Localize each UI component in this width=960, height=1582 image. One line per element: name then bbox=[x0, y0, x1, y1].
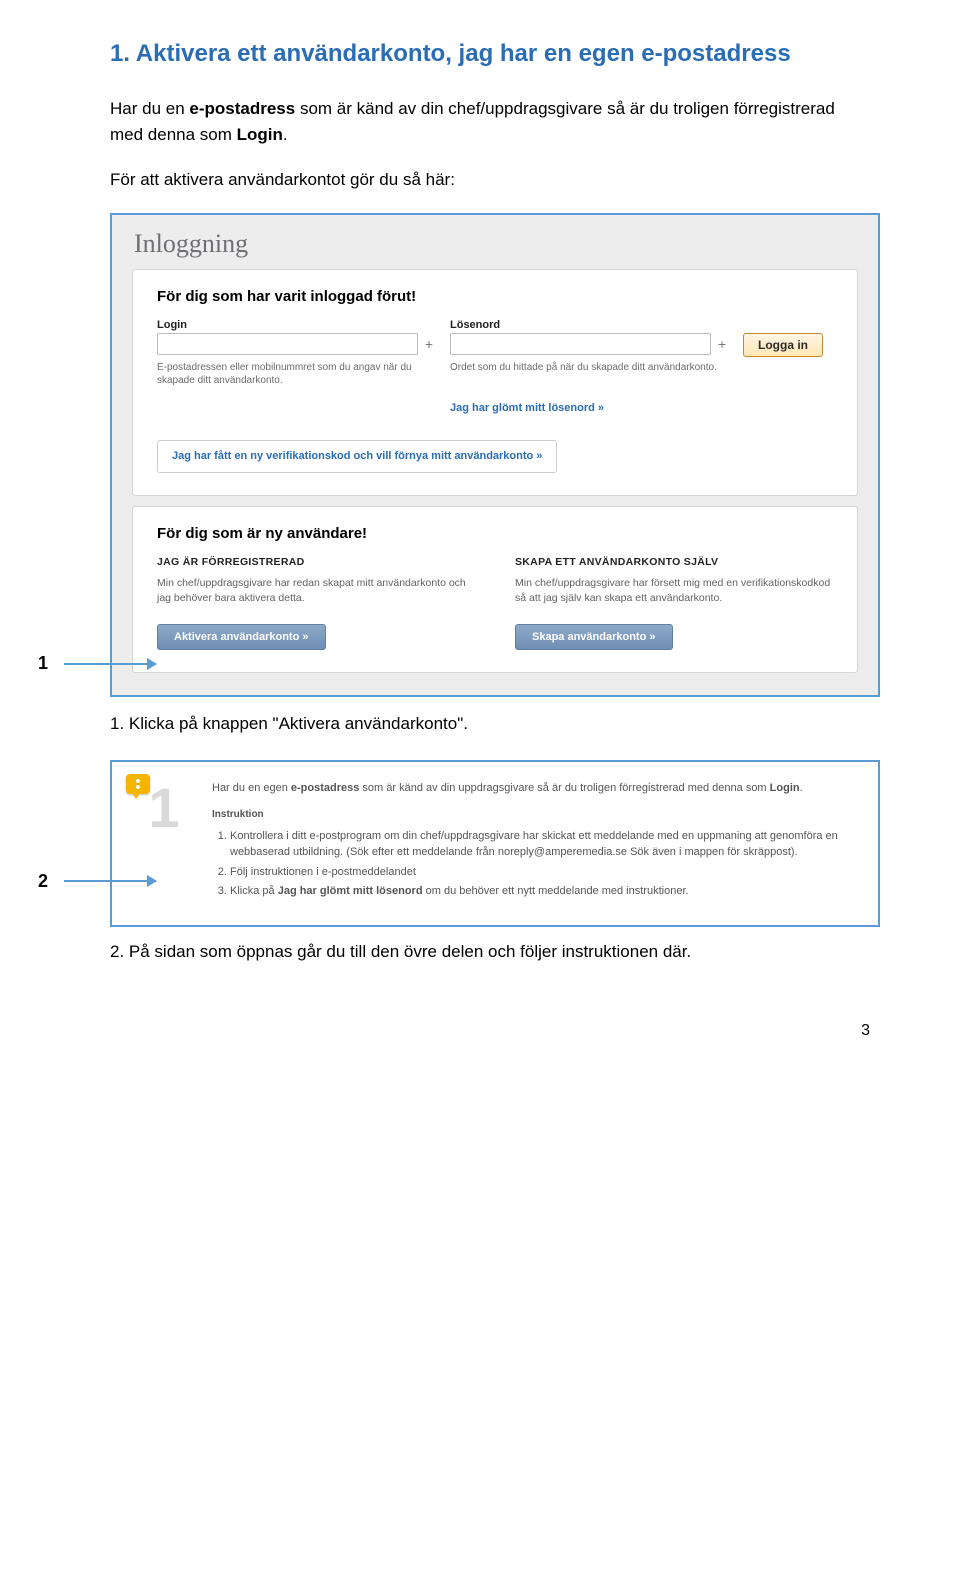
intro-1d: Login bbox=[237, 125, 283, 144]
instruktion-lead: Har du en egen e-postadress som är känd … bbox=[212, 780, 854, 797]
arrow-icon bbox=[64, 880, 156, 882]
verify-code-link[interactable]: Jag har fått en ny verifikationskod och … bbox=[157, 440, 557, 473]
panel-existing-title: För dig som har varit inloggad förut! bbox=[157, 288, 833, 305]
lead-b: e-postadress bbox=[291, 782, 359, 794]
login-help: E-postadressen eller mobilnummret som du… bbox=[157, 361, 436, 388]
forgot-password-link[interactable]: Jag har glömt mitt lösenord » bbox=[450, 402, 729, 414]
screenshot-instruktion: 1 Har du en egen e-postadress som är kän… bbox=[110, 760, 880, 927]
step-2-text: 2. På sidan som öppnas går du till den ö… bbox=[110, 942, 870, 962]
login-input[interactable] bbox=[157, 333, 418, 355]
password-help: Ordet som du hittade på när du skapade d… bbox=[450, 361, 729, 375]
intro-1e: . bbox=[283, 125, 288, 144]
intro-paragraph-1: Har du en e-postadress som är känd av di… bbox=[110, 96, 870, 147]
callout-1: 1 bbox=[38, 653, 880, 674]
lead-e: . bbox=[800, 782, 803, 794]
callout-2-number: 2 bbox=[38, 871, 58, 892]
plus-icon: + bbox=[422, 336, 436, 352]
preregistered-heading: JAG ÄR FÖRREGISTRERAD bbox=[157, 556, 475, 568]
intro-paragraph-2: För att aktivera användarkontot gör du s… bbox=[110, 167, 870, 193]
preregistered-text: Min chef/uppdragsgivare har redan skapat… bbox=[157, 576, 475, 606]
step-1-text: 1. Klicka på knappen "Aktivera användark… bbox=[110, 714, 870, 734]
create-account-heading: SKAPA ETT ANVÄNDARKONTO SJÄLV bbox=[515, 556, 833, 568]
callout-1-number: 1 bbox=[38, 653, 58, 674]
instruktion-item-3: Klicka på Jag har glömt mitt lösenord om… bbox=[230, 883, 854, 900]
intro-1a: Har du en bbox=[110, 99, 189, 118]
instruktion-item-2: Följ instruktionen i e-postmeddelandet bbox=[230, 864, 854, 881]
lead-a: Har du en egen bbox=[212, 782, 291, 794]
inloggning-heading: Inloggning bbox=[132, 229, 858, 259]
panel-new-user: För dig som är ny användare! JAG ÄR FÖRR… bbox=[132, 506, 858, 673]
password-input[interactable] bbox=[450, 333, 711, 355]
lead-d: Login bbox=[770, 782, 800, 794]
instruktion-list: Kontrollera i ditt e-postprogram om din … bbox=[230, 828, 854, 900]
activate-account-button[interactable]: Aktivera användarkonto » bbox=[157, 624, 326, 650]
speech-bubble-icon bbox=[126, 774, 150, 794]
intro-1b: e-postadress bbox=[189, 99, 295, 118]
page-title: 1. Aktivera ett användarkonto, jag har e… bbox=[110, 40, 870, 68]
panel-new-title: För dig som är ny användare! bbox=[157, 525, 833, 542]
page-number: 3 bbox=[110, 1022, 870, 1040]
lead-c: som är känd av din uppdragsgivare så är … bbox=[359, 782, 769, 794]
forgot-password-reference: Jag har glömt mitt lösenord bbox=[278, 885, 423, 897]
plus-icon: + bbox=[715, 336, 729, 352]
screenshot-inloggning: Inloggning För dig som har varit inlogga… bbox=[110, 213, 880, 698]
login-button[interactable]: Logga in bbox=[743, 333, 823, 357]
create-account-button[interactable]: Skapa användarkonto » bbox=[515, 624, 673, 650]
password-label: Lösenord bbox=[450, 319, 729, 331]
li3c: om du behöver ett nytt meddelande med in… bbox=[423, 885, 689, 897]
instruktion-item-1: Kontrollera i ditt e-postprogram om din … bbox=[230, 828, 854, 861]
login-label: Login bbox=[157, 319, 436, 331]
arrow-icon bbox=[64, 663, 156, 665]
panel-existing-user: För dig som har varit inloggad förut! Lo… bbox=[132, 269, 858, 496]
create-account-text: Min chef/uppdragsgivare har försett mig … bbox=[515, 576, 833, 606]
step-badge: 1 bbox=[138, 780, 190, 836]
instruktion-heading: Instruktion bbox=[212, 807, 854, 822]
li3a: Klicka på bbox=[230, 885, 278, 897]
